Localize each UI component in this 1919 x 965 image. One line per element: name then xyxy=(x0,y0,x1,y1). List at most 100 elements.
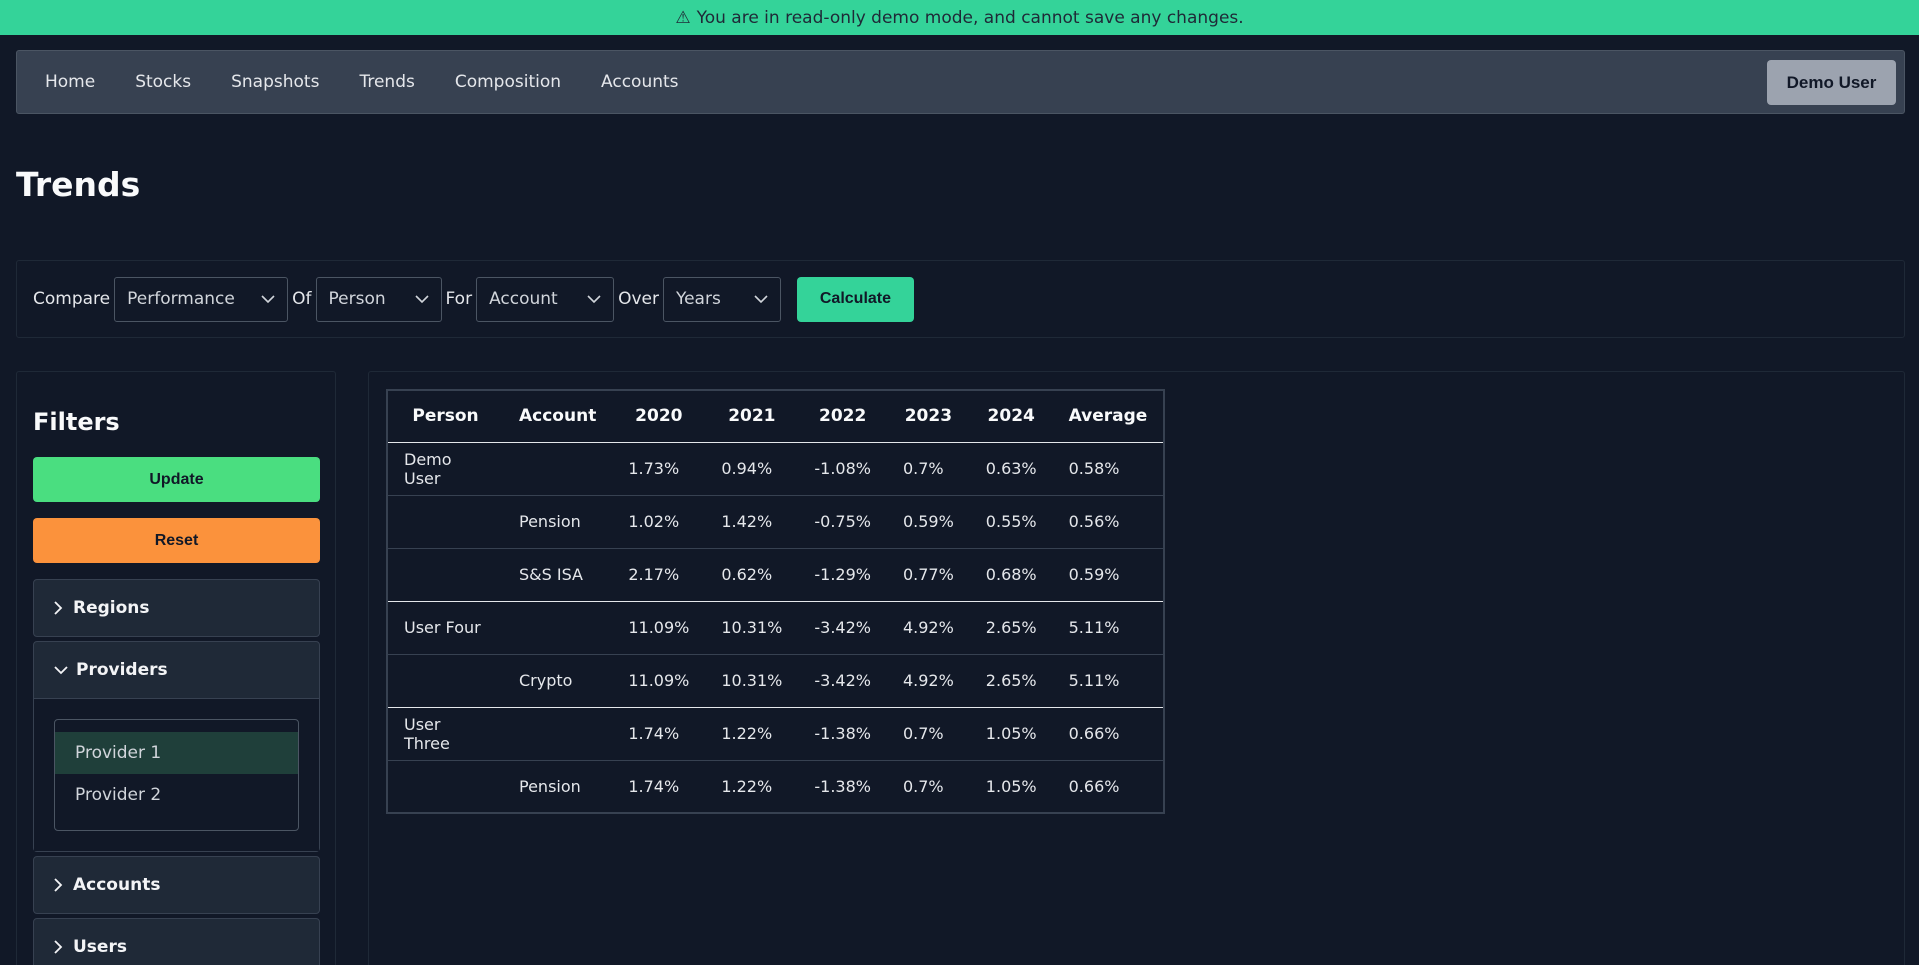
nav-link-home[interactable]: Home xyxy=(45,72,95,92)
cell-person: User Four xyxy=(387,601,503,655)
over-label: Over xyxy=(618,289,659,309)
cell-2022: -3.42% xyxy=(798,601,887,655)
cell-average: 0.59% xyxy=(1052,548,1165,602)
cell-2020: 11.09% xyxy=(612,601,706,655)
cell-person xyxy=(387,548,503,602)
cell-2020: 1.74% xyxy=(628,776,680,796)
cell-average: 5.11% xyxy=(1052,601,1165,655)
header-person: Person xyxy=(387,390,503,443)
provider-option[interactable]: Provider 2 xyxy=(55,774,298,816)
cell-average: 0.56% xyxy=(1052,495,1165,549)
banner-text: You are in read-only demo mode, and cann… xyxy=(696,7,1244,28)
cell-2021: 10.31% xyxy=(705,601,799,655)
nav-link-snapshots[interactable]: Snapshots xyxy=(231,72,319,92)
compare-select-value: Performance xyxy=(127,289,235,309)
accounts-label: Accounts xyxy=(73,875,161,895)
cell-2020: 11.09% xyxy=(612,654,706,708)
compare-toolbar: Compare Performance Of Person For Accoun… xyxy=(16,260,1905,338)
cell-2020: 1.73% xyxy=(612,442,706,496)
chevron-down-icon xyxy=(414,294,429,303)
cell-2024: 2.65% xyxy=(969,654,1053,708)
nav-link-stocks[interactable]: Stocks xyxy=(135,72,191,92)
update-button[interactable]: Update xyxy=(33,457,320,502)
cell-2021: 1.22% xyxy=(705,707,799,761)
cell-2023: 4.92% xyxy=(886,654,970,708)
user-menu-button[interactable]: Demo User xyxy=(1767,60,1896,105)
cell-2023: 4.92% xyxy=(886,601,970,655)
cell-account: Pension xyxy=(519,776,581,796)
cell-2023: 0.7% xyxy=(886,707,970,761)
header-2022: 2022 xyxy=(798,390,887,443)
table-row: Demo User 1.73% 0.94% -1.08% 0.7% 0.63% … xyxy=(387,442,1165,496)
chevron-right-icon xyxy=(54,878,63,892)
providers-toggle[interactable]: Providers xyxy=(34,642,319,698)
providers-label: Providers xyxy=(76,660,168,680)
table-row: S&S ISA 2.17% 0.62% -1.29% 0.77% 0.68% 0… xyxy=(387,548,1165,602)
cell-account xyxy=(503,601,613,655)
cell-person xyxy=(387,495,503,549)
cell-2024: 0.68% xyxy=(969,548,1053,602)
header-average: Average xyxy=(1052,390,1165,443)
users-label: Users xyxy=(73,937,127,957)
cell-2021: 1.42% xyxy=(705,495,799,549)
cell-person xyxy=(387,654,503,708)
cell-2020: 1.02% xyxy=(612,495,706,549)
for-select-value: Account xyxy=(489,289,558,309)
nav-link-accounts[interactable]: Accounts xyxy=(601,72,679,92)
cell-average: 0.66% xyxy=(1052,707,1165,761)
accounts-toggle[interactable]: Accounts xyxy=(34,857,319,913)
cell-2022: -0.75% xyxy=(798,495,887,549)
of-label: Of xyxy=(292,289,312,309)
calculate-button[interactable]: Calculate xyxy=(796,276,914,322)
regions-label: Regions xyxy=(73,598,150,618)
providers-body: Provider 1 Provider 2 xyxy=(34,698,319,851)
nav-link-composition[interactable]: Composition xyxy=(455,72,561,92)
compare-label: Compare xyxy=(33,289,111,309)
cell-2021: 0.62% xyxy=(705,548,799,602)
cell-2021: 0.94% xyxy=(705,442,799,496)
table-row: User Three 1.74% 1.22% -1.38% 0.7% 1.05%… xyxy=(387,707,1165,761)
over-select-value: Years xyxy=(675,289,721,309)
table-header-row: Person Account 2020 2021 2022 2023 2024 … xyxy=(387,390,1165,443)
provider-option[interactable]: Provider 1 xyxy=(55,732,298,774)
warning-icon: ⚠ xyxy=(675,7,691,28)
reset-button[interactable]: Reset xyxy=(33,518,320,563)
over-select[interactable]: Years xyxy=(662,276,781,322)
cell-2022: -1.08% xyxy=(798,442,887,496)
cell-2023: 0.77% xyxy=(886,548,970,602)
cell-person: User Three xyxy=(387,707,503,761)
chevron-down-icon xyxy=(587,294,601,303)
cell-2022: -3.42% xyxy=(798,654,887,708)
cell-2022: -1.29% xyxy=(798,548,887,602)
results-panel: Person Account 2020 2021 2022 2023 2024 … xyxy=(368,371,1905,965)
for-select[interactable]: Account xyxy=(476,276,615,322)
header-account: Account xyxy=(503,390,613,443)
cell-2020: 1.74% xyxy=(612,707,706,761)
cell-account: S&S ISA xyxy=(503,548,613,602)
cell-average: 0.66% xyxy=(1068,776,1120,796)
cell-average: 5.11% xyxy=(1052,654,1165,708)
chevron-down-icon xyxy=(261,294,275,303)
cell-2020: 2.17% xyxy=(612,548,706,602)
cell-2023: 0.59% xyxy=(886,495,970,549)
users-toggle[interactable]: Users xyxy=(34,919,319,965)
cell-average: 0.58% xyxy=(1052,442,1165,496)
table-row: User Four 11.09% 10.31% -3.42% 4.92% 2.6… xyxy=(387,601,1165,655)
cell-2021: 1.22% xyxy=(721,776,773,796)
providers-section: Providers Provider 1 Provider 2 xyxy=(33,641,320,852)
nav-link-trends[interactable]: Trends xyxy=(359,72,414,92)
cell-2024: 0.55% xyxy=(969,495,1053,549)
accounts-section: Accounts xyxy=(33,856,320,914)
providers-list[interactable]: Provider 1 Provider 2 xyxy=(54,719,299,831)
cell-2022: -1.38% xyxy=(814,776,871,796)
regions-toggle[interactable]: Regions xyxy=(34,580,319,636)
cell-account: Crypto xyxy=(503,654,613,708)
cell-2023: 0.7% xyxy=(886,442,970,496)
cell-person: Demo User xyxy=(387,442,503,496)
compare-select[interactable]: Performance xyxy=(114,276,289,322)
regions-section: Regions xyxy=(33,579,320,637)
cell-account xyxy=(503,707,613,761)
table-row: Pension 1.74% 1.22% -1.38% 0.7% 1.05% 0.… xyxy=(387,760,1164,813)
of-select[interactable]: Person xyxy=(315,276,442,322)
header-2024: 2024 xyxy=(969,390,1053,443)
